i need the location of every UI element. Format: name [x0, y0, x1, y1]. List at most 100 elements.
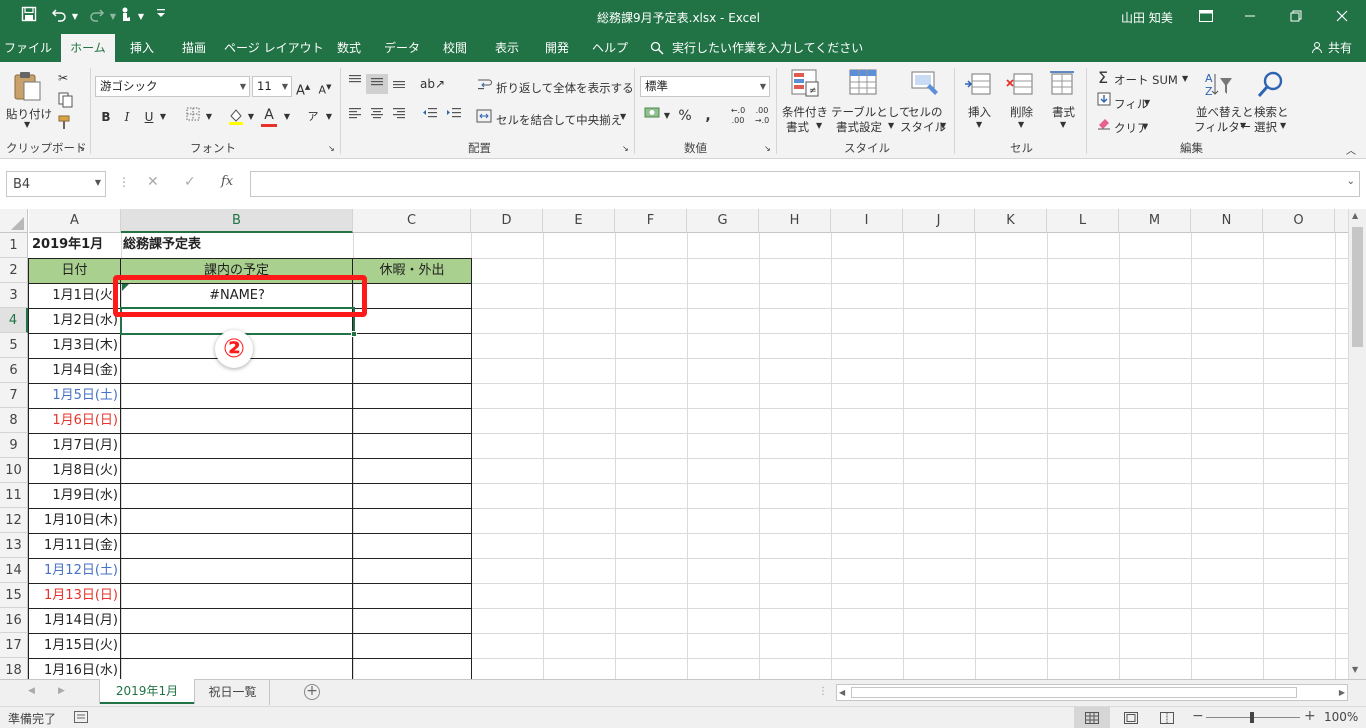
cell-a2[interactable]: 日付	[29, 259, 121, 284]
clear-icon[interactable]	[1096, 116, 1112, 136]
delete-dropdown-icon[interactable]: ▼	[1018, 120, 1024, 129]
sort-filter-label-1[interactable]: 並べ替えと	[1196, 104, 1254, 120]
cell-c16[interactable]	[353, 609, 472, 634]
align-middle-icon[interactable]	[366, 74, 388, 94]
cell-c10[interactable]	[353, 459, 472, 484]
format-painter-icon[interactable]	[54, 114, 74, 134]
font-launcher-icon[interactable]: ↘	[328, 144, 335, 153]
worksheet-grid[interactable]: A B C D E F G H I J K L M N O 1 2 3 4 5 …	[0, 209, 1348, 679]
row-header-16[interactable]: 16	[0, 608, 28, 633]
zoom-out-icon[interactable]: −	[1192, 708, 1204, 724]
font-size-dropdown-icon[interactable]: ▼	[282, 77, 288, 96]
sheet-tab-holidays[interactable]: 祝日一覧	[196, 680, 270, 705]
find-select-label-1[interactable]: 検索と	[1254, 104, 1289, 120]
sort-filter-icon[interactable]: AZ	[1204, 70, 1236, 100]
tab-split-icon[interactable]: ⋮	[818, 686, 828, 697]
cell-c2[interactable]: 休暇・外出	[353, 259, 472, 284]
cell-b17[interactable]	[121, 634, 353, 659]
tab-formulas[interactable]: 数式	[328, 34, 370, 62]
row-header-11[interactable]: 11	[0, 483, 28, 508]
cell-b8[interactable]	[121, 409, 353, 434]
select-all-button[interactable]	[0, 209, 28, 233]
phonetic-dropdown-icon[interactable]: ▼	[324, 107, 334, 127]
number-launcher-icon[interactable]: ↘	[764, 144, 771, 153]
conditional-dropdown-icon[interactable]: ▼	[816, 121, 822, 130]
restore-icon[interactable]	[1286, 6, 1306, 28]
touch-mode-icon[interactable]	[116, 6, 136, 28]
column-header-d[interactable]: D	[471, 209, 543, 233]
font-name-box[interactable]: 游ゴシック ▼	[95, 76, 250, 97]
row-header-10[interactable]: 10	[0, 458, 28, 483]
autosum-icon[interactable]: Σ	[1094, 68, 1112, 88]
row-header-12[interactable]: 12	[0, 508, 28, 533]
row-header-18[interactable]: 18	[0, 658, 28, 679]
cell-b14[interactable]	[121, 559, 353, 584]
horizontal-scrollbar[interactable]: ◀ ▶	[836, 684, 1348, 701]
row-header-6[interactable]: 6	[0, 358, 28, 383]
redo-icon[interactable]	[86, 6, 108, 28]
cell-c18[interactable]	[353, 659, 472, 679]
sheet-tab-2019-jan[interactable]: 2019年1月	[100, 679, 194, 704]
cell-b12[interactable]	[121, 509, 353, 534]
horizontal-scroll-thumb[interactable]	[851, 687, 1297, 698]
row-header-17[interactable]: 17	[0, 633, 28, 658]
collapse-ribbon-icon[interactable]: ︿	[1346, 142, 1356, 157]
insert-cells-icon[interactable]	[964, 70, 996, 100]
clear-dropdown-icon[interactable]: ▼	[1142, 122, 1148, 131]
formula-input[interactable]: ⌄	[250, 171, 1360, 197]
insert-dropdown-icon[interactable]: ▼	[976, 120, 982, 129]
table-dropdown-icon[interactable]: ▼	[888, 121, 894, 130]
bold-button[interactable]: B	[98, 107, 114, 127]
merge-center-icon[interactable]	[476, 108, 492, 128]
row-header-4[interactable]: 4	[0, 308, 28, 333]
scroll-up-icon[interactable]: ▲	[1352, 211, 1358, 220]
conditional-format-label-2[interactable]: 書式	[786, 119, 809, 135]
column-header-m[interactable]: M	[1119, 209, 1191, 233]
cell-b10[interactable]	[121, 459, 353, 484]
cell-b11[interactable]	[121, 484, 353, 509]
align-right-icon[interactable]	[390, 106, 408, 126]
column-header-n[interactable]: N	[1191, 209, 1263, 233]
cell-a4[interactable]: 1月2日(水)	[29, 309, 121, 334]
underline-dropdown-icon[interactable]: ▼	[158, 107, 168, 127]
format-as-table-label-1[interactable]: テーブルとして	[831, 104, 910, 120]
autosum-dropdown-icon[interactable]: ▼	[1182, 74, 1188, 83]
cut-icon[interactable]: ✂	[54, 68, 72, 88]
macro-record-icon[interactable]	[74, 711, 88, 726]
row-header-3[interactable]: 3	[0, 283, 28, 308]
column-header-c[interactable]: C	[353, 209, 471, 233]
underline-button[interactable]: U	[142, 107, 156, 127]
cell-c5[interactable]	[353, 334, 472, 359]
shrink-font-icon[interactable]: A▼	[318, 77, 332, 97]
name-box[interactable]: B4 ▼	[6, 171, 106, 197]
minimize-icon[interactable]	[1240, 6, 1260, 28]
font-name-dropdown-icon[interactable]: ▼	[240, 77, 246, 96]
cell-a8[interactable]: 1月6日(日)	[29, 409, 121, 434]
cell-b9[interactable]	[121, 434, 353, 459]
page-layout-view-icon[interactable]	[1124, 712, 1138, 727]
close-icon[interactable]	[1332, 6, 1352, 28]
column-header-a[interactable]: A	[29, 209, 121, 233]
cell-c9[interactable]	[353, 434, 472, 459]
cell-a15[interactable]: 1月13日(日)	[29, 584, 121, 609]
alignment-launcher-icon[interactable]: ↘	[622, 144, 629, 153]
font-size-box[interactable]: 11 ▼	[252, 76, 292, 97]
cell-a1[interactable]: 2019年1月	[32, 233, 122, 258]
cell-styles-dropdown-icon[interactable]: ▼	[940, 121, 946, 130]
cell-c11[interactable]	[353, 484, 472, 509]
cell-a17[interactable]: 1月15日(火)	[29, 634, 121, 659]
orientation-icon[interactable]: ab↗	[420, 74, 445, 94]
wrap-text-icon[interactable]	[476, 76, 492, 96]
row-header-15[interactable]: 15	[0, 583, 28, 608]
column-header-i[interactable]: I	[831, 209, 903, 233]
cell-c7[interactable]	[353, 384, 472, 409]
cell-c15[interactable]	[353, 584, 472, 609]
insert-function-button[interactable]: fx	[221, 174, 233, 189]
customize-icon[interactable]	[154, 6, 168, 28]
cell-b13[interactable]	[121, 534, 353, 559]
sort-filter-dropdown-icon[interactable]: ▼	[1240, 121, 1246, 130]
vertical-scroll-thumb[interactable]	[1352, 227, 1363, 347]
save-icon[interactable]	[18, 6, 40, 28]
fill-down-icon[interactable]	[1096, 92, 1112, 112]
scroll-right-icon[interactable]: ▶	[1339, 688, 1345, 697]
